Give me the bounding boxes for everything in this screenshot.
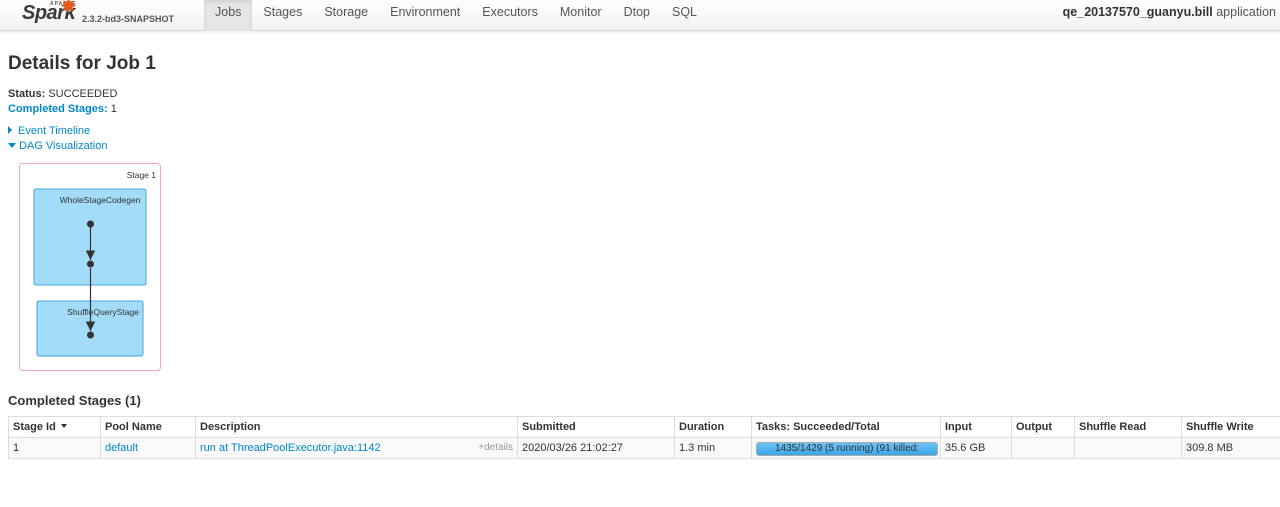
collapse-arrow-icon <box>8 143 16 148</box>
toggles: Event Timeline DAG Visualization <box>8 124 107 154</box>
header-pool-name[interactable]: Pool Name <box>100 416 196 438</box>
header-submitted[interactable]: Submitted <box>517 416 675 438</box>
cell-output <box>1011 437 1075 459</box>
header-tasks[interactable]: Tasks: Succeeded/Total <box>751 416 941 438</box>
tab-environment[interactable]: Environment <box>379 0 471 31</box>
completed-stages-link[interactable]: Completed Stages: <box>8 103 108 115</box>
dag-node[interactable] <box>87 260 94 268</box>
tasks-progress-text: 1435/1429 (5 running) (91 killed: <box>775 442 919 454</box>
completed-stages-row: Completed Stages: 1 <box>8 102 117 117</box>
header-output[interactable]: Output <box>1011 416 1075 438</box>
dag-visualization-toggle[interactable]: DAG Visualization <box>8 139 107 154</box>
cell-submitted: 2020/03/26 21:02:27 <box>517 437 675 459</box>
completed-stages-table: Stage Id Pool Name Description Submitted… <box>8 416 1280 459</box>
sort-desc-icon <box>60 424 67 428</box>
tab-executors[interactable]: Executors <box>471 0 549 31</box>
pool-name-link[interactable]: default <box>105 442 138 454</box>
details-link[interactable]: +details <box>478 442 513 453</box>
cell-tasks: 1435/1429 (5 running) (91 killed: <box>751 437 941 459</box>
shufflequerystage-label: ShuffleQueryStage <box>67 307 139 317</box>
header-description[interactable]: Description <box>195 416 518 438</box>
app-suffix: application <box>1212 5 1276 19</box>
header-shuffle-read[interactable]: Shuffle Read <box>1074 416 1182 438</box>
status-value: SUCCEEDED <box>48 88 118 100</box>
cell-description: +details run at ThreadPoolExecutor.java:1… <box>195 437 518 459</box>
event-timeline-label: Event Timeline <box>18 125 91 137</box>
dag-node[interactable] <box>87 220 94 228</box>
cell-stage-id: 1 <box>8 437 101 459</box>
header-stage-id[interactable]: Stage Id <box>8 416 101 438</box>
completed-stages-count: 1 <box>110 103 117 115</box>
navbar: APACHE Spark ✸ 2.3.2-bd3-SNAPSHOT Jobs S… <box>0 0 1280 31</box>
job-summary: Status: SUCCEEDED Completed Stages: 1 <box>8 87 117 117</box>
cell-pool-name: default <box>100 437 196 459</box>
tasks-progress-bar: 1435/1429 (5 running) (91 killed: <box>756 441 938 456</box>
dag-node[interactable] <box>87 331 94 339</box>
expand-arrow-icon <box>8 126 12 134</box>
header-stage-id-label: Stage Id <box>13 421 56 433</box>
tab-sql[interactable]: SQL <box>661 0 708 31</box>
dag-graph: Stage 1 WholeStageCodegen ShuffleQuerySt… <box>19 163 161 371</box>
cell-input: 35.6 GB <box>940 437 1012 459</box>
header-shuffle-write[interactable]: Shuffle Write <box>1181 416 1280 438</box>
brand-version: 2.3.2-bd3-SNAPSHOT <box>82 14 175 24</box>
tab-dtop[interactable]: Dtop <box>613 0 661 31</box>
spark-star-icon: ✸ <box>60 0 77 18</box>
wholestagecodegen-label: WholeStageCodegen <box>60 195 141 205</box>
nav-tabs: Jobs Stages Storage Environment Executor… <box>204 0 708 31</box>
stage-label: Stage 1 <box>127 170 157 180</box>
header-input[interactable]: Input <box>940 416 1012 438</box>
app-title: qe_20137570_guanyu.bill application <box>1063 0 1276 25</box>
tab-stages[interactable]: Stages <box>252 0 313 31</box>
app-user: qe_20137570_guanyu.bill <box>1062 5 1213 19</box>
cell-shuffle-read <box>1074 437 1182 459</box>
event-timeline-toggle[interactable]: Event Timeline <box>8 124 107 139</box>
completed-stages-title: Completed Stages (1) <box>8 393 141 408</box>
dag-visualization-label: DAG Visualization <box>19 140 108 152</box>
tab-monitor[interactable]: Monitor <box>549 0 613 31</box>
page-title: Details for Job 1 <box>8 53 156 74</box>
tab-storage[interactable]: Storage <box>313 0 379 31</box>
table-row: 1 default +details run at ThreadPoolExecu… <box>8 437 1280 459</box>
status-label: Status: <box>8 88 46 100</box>
table-header-row: Stage Id Pool Name Description Submitted… <box>8 416 1280 438</box>
cell-shuffle-write: 309.8 MB <box>1181 437 1280 459</box>
header-duration[interactable]: Duration <box>674 416 752 438</box>
tab-jobs[interactable]: Jobs <box>204 0 253 31</box>
spark-logo[interactable]: APACHE Spark ✸ 2.3.2-bd3-SNAPSHOT <box>22 0 207 31</box>
cell-duration: 1.3 min <box>674 437 752 459</box>
status-row: Status: SUCCEEDED <box>8 87 117 102</box>
description-link[interactable]: run at ThreadPoolExecutor.java:1142 <box>200 442 381 454</box>
